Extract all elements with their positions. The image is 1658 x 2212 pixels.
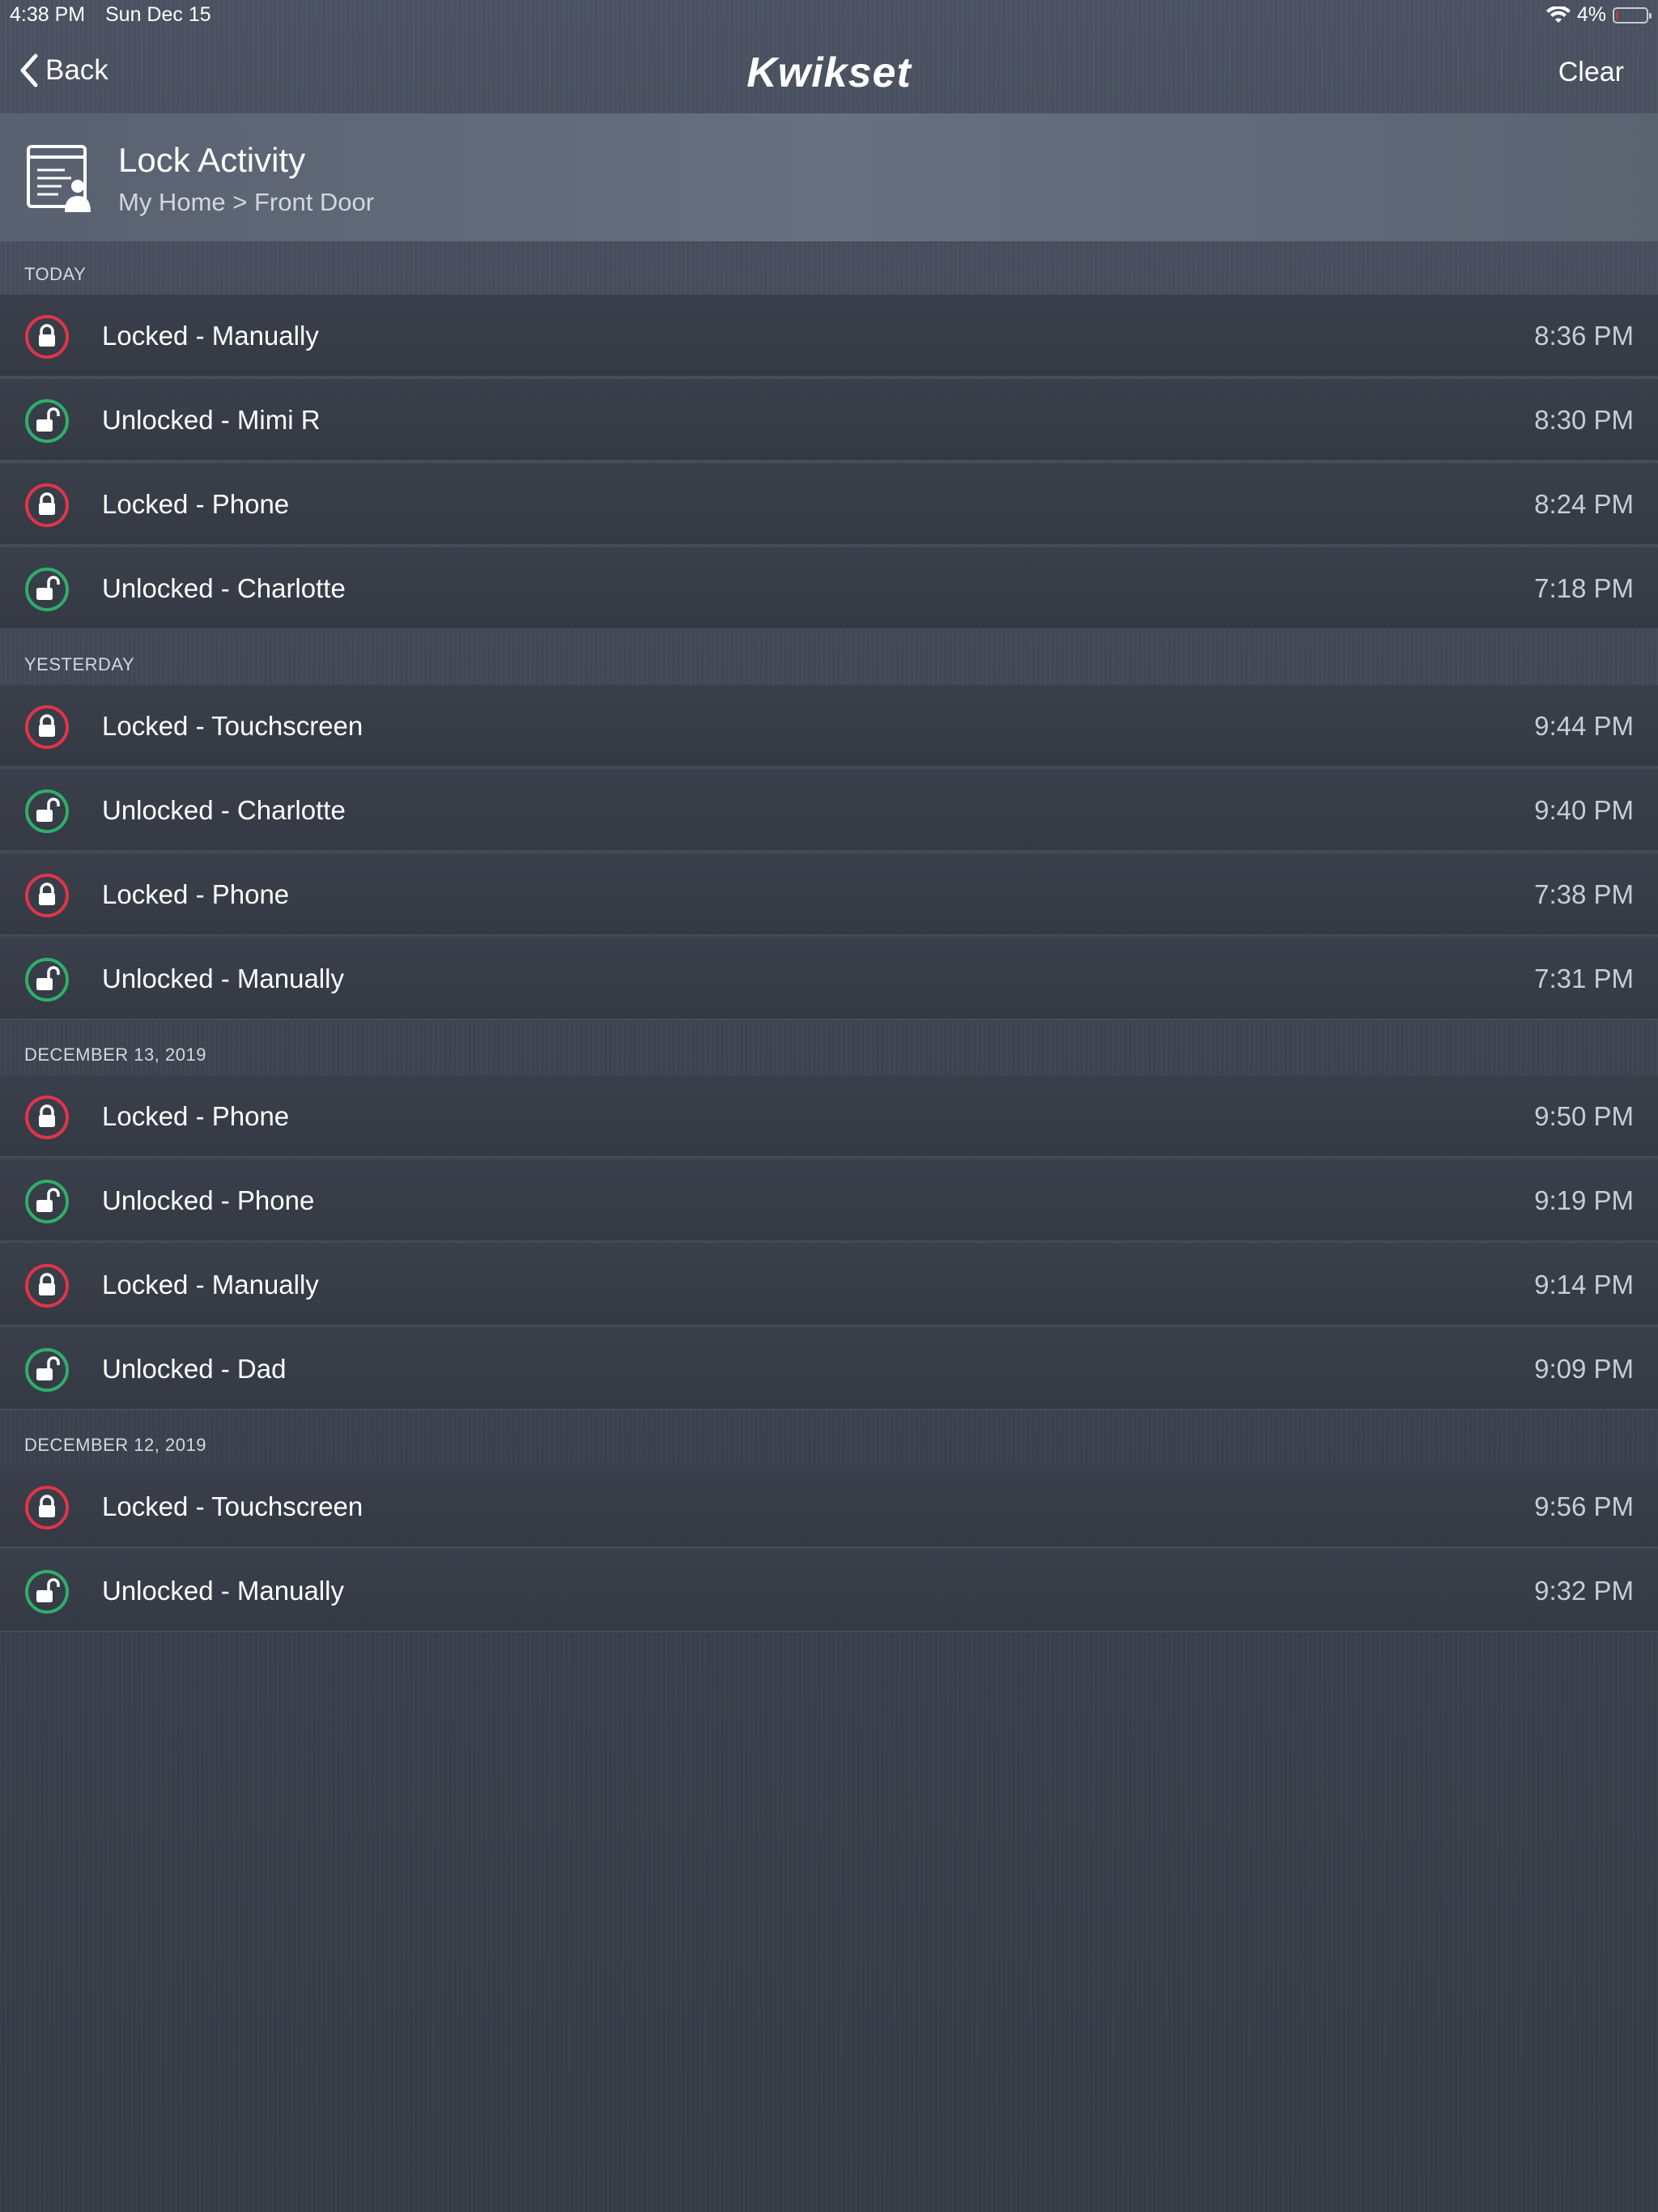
activity-label: Unlocked - Mimi R	[102, 405, 321, 435]
activity-time: 8:30 PM	[1534, 405, 1634, 435]
activity-label: Unlocked - Charlotte	[102, 573, 346, 603]
activity-time: 9:14 PM	[1534, 1270, 1634, 1300]
section-label: TODAY	[24, 264, 87, 284]
activity-time: 7:38 PM	[1534, 879, 1634, 909]
activity-time: 9:44 PM	[1534, 711, 1634, 741]
activity-time: 9:50 PM	[1534, 1101, 1634, 1131]
activity-row: Unlocked - Mimi R 8:30 PM	[0, 379, 1658, 462]
battery-icon	[1613, 6, 1652, 23]
activity-label: Locked - Manually	[102, 321, 319, 351]
wifi-icon	[1545, 6, 1571, 23]
activity-label: Unlocked - Dad	[102, 1354, 287, 1384]
battery-percent: 4%	[1576, 3, 1606, 26]
locked-icon	[24, 1263, 70, 1308]
activity-row: Locked - Touchscreen 9:44 PM	[0, 685, 1658, 768]
unlocked-icon	[24, 957, 70, 1002]
activity-label: Unlocked - Charlotte	[102, 795, 346, 825]
activity-label: Locked - Phone	[102, 489, 290, 519]
activity-time: 9:40 PM	[1534, 795, 1634, 825]
activity-row: Locked - Phone 9:50 PM	[0, 1075, 1658, 1158]
activity-time: 9:32 PM	[1534, 1576, 1634, 1606]
section-header: DECEMBER 12, 2019	[0, 1412, 1658, 1465]
activity-time: 9:19 PM	[1534, 1185, 1634, 1215]
activity-row: Locked - Touchscreen 9:56 PM	[0, 1465, 1658, 1548]
section-label: YESTERDAY	[24, 654, 135, 674]
section-header: YESTERDAY	[0, 632, 1658, 685]
locked-icon	[24, 1485, 70, 1530]
unlocked-icon	[24, 1179, 70, 1224]
activity-label: Locked - Manually	[102, 1270, 319, 1300]
section-header: DECEMBER 13, 2019	[0, 1022, 1658, 1075]
activity-row: Locked - Phone 8:24 PM	[0, 463, 1658, 546]
unlocked-icon	[24, 567, 70, 612]
battery-fill	[1616, 10, 1618, 20]
locked-icon	[24, 873, 70, 918]
activity-time: 8:24 PM	[1534, 489, 1634, 519]
activity-time: 7:31 PM	[1534, 963, 1634, 993]
activity-row: Unlocked - Dad 9:09 PM	[0, 1328, 1658, 1410]
activity-time: 7:18 PM	[1534, 573, 1634, 603]
unlocked-icon	[24, 1569, 70, 1614]
activity-row: Locked - Manually 8:36 PM	[0, 295, 1658, 377]
status-date: Sun Dec 15	[105, 3, 211, 26]
activity-row: Unlocked - Charlotte 7:18 PM	[0, 547, 1658, 630]
status-time: 4:38 PM	[10, 3, 86, 26]
activity-time: 9:56 PM	[1534, 1491, 1634, 1521]
section-label: DECEMBER 13, 2019	[24, 1044, 206, 1065]
activity-label: Unlocked - Manually	[102, 963, 344, 993]
clear-button[interactable]: Clear	[1558, 57, 1624, 88]
locked-icon	[24, 314, 70, 359]
unlocked-icon	[24, 1347, 70, 1393]
locked-icon	[24, 704, 70, 750]
lock-activity-header: Lock Activity My Home > Front Door	[0, 113, 1658, 241]
status-right: 4%	[1545, 3, 1652, 27]
status-bar: 4:38 PM Sun Dec 15 4%	[0, 0, 1658, 32]
page-title: Lock Activity	[118, 141, 306, 179]
activity-row: Locked - Phone 7:38 PM	[0, 853, 1658, 936]
unlocked-icon	[24, 789, 70, 834]
activity-label: Locked - Touchscreen	[102, 711, 363, 741]
activity-time: 8:36 PM	[1534, 321, 1634, 351]
activity-row: Locked - Manually 9:14 PM	[0, 1244, 1658, 1326]
navigation-bar: Back Kwikset Clear	[0, 32, 1658, 113]
section-header: TODAY	[0, 241, 1658, 295]
activity-row: Unlocked - Manually 9:32 PM	[0, 1550, 1658, 1632]
activity-time: 9:09 PM	[1534, 1354, 1634, 1384]
activity-label: Unlocked - Phone	[102, 1185, 315, 1215]
activity-row: Unlocked - Manually 7:31 PM	[0, 938, 1658, 1020]
activity-label: Locked - Touchscreen	[102, 1491, 363, 1521]
activity-log-icon	[27, 145, 91, 212]
activity-label: Unlocked - Manually	[102, 1576, 344, 1606]
locked-icon	[24, 483, 70, 528]
activity-row: Unlocked - Phone 9:19 PM	[0, 1159, 1658, 1242]
breadcrumb: My Home > Front Door	[118, 188, 375, 216]
section-label: DECEMBER 12, 2019	[24, 1435, 206, 1455]
activity-label: Locked - Phone	[102, 1101, 290, 1131]
activity-label: Locked - Phone	[102, 879, 290, 909]
kwikset-logo: Kwikset	[746, 49, 912, 96]
unlocked-icon	[24, 398, 70, 444]
locked-icon	[24, 1095, 70, 1140]
activity-row: Unlocked - Charlotte 9:40 PM	[0, 769, 1658, 852]
